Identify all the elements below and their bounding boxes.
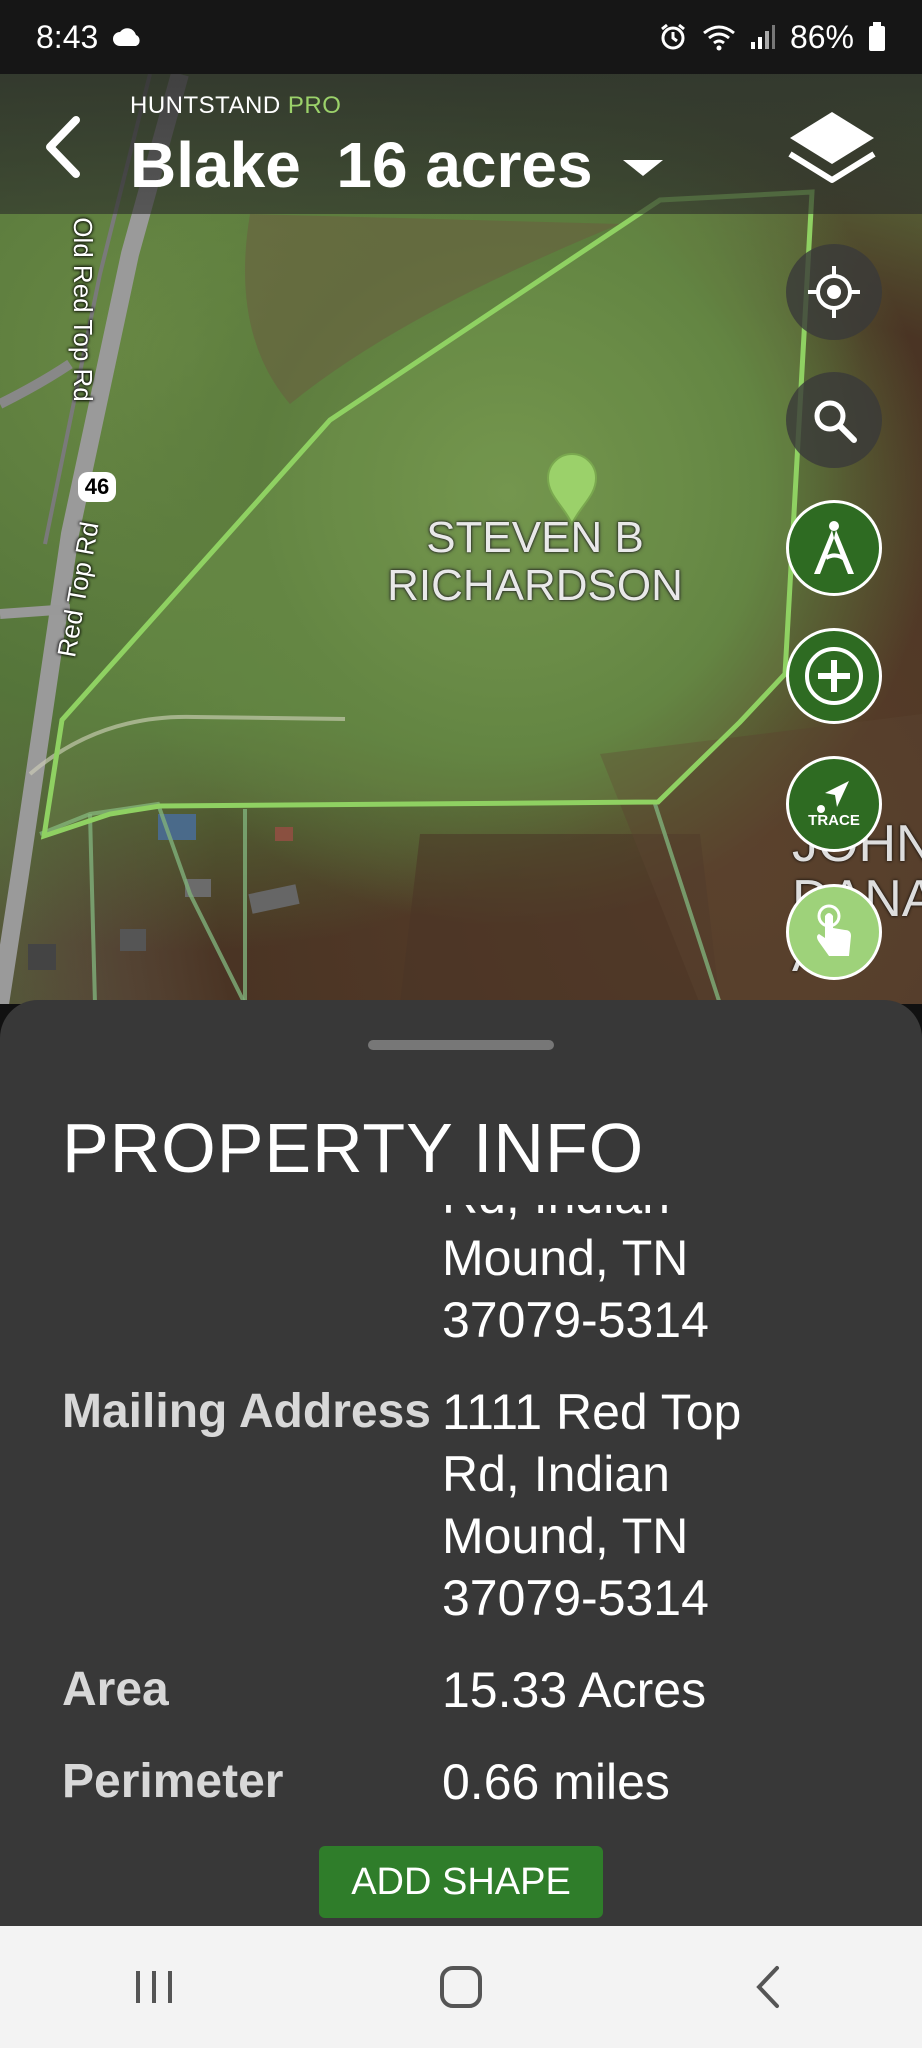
- trace-arrow-icon: [817, 781, 849, 813]
- info-row-owner-address: Rd, Indian Mound, TN 37079-5314: [0, 1205, 922, 1351]
- info-value: Rd, Indian Mound, TN 37079-5314: [442, 1205, 802, 1351]
- brand-pro: PRO: [287, 92, 342, 119]
- status-time: 8:43: [36, 18, 99, 55]
- add-button[interactable]: [786, 628, 882, 724]
- info-value-line: 1111 Red Top: [442, 1384, 742, 1440]
- measure-button[interactable]: [786, 500, 882, 596]
- add-shape-button[interactable]: ADD SHAPE: [319, 1846, 603, 1918]
- info-row-area: Area 15.33 Acres: [0, 1659, 922, 1721]
- info-key: Mailing Address: [62, 1385, 431, 1438]
- sheet-title: PROPERTY INFO: [62, 1109, 645, 1187]
- owner-label-line2: RICHARDSON: [387, 561, 683, 611]
- info-value-line: Rd, Indian: [442, 1446, 670, 1502]
- recent-apps-button[interactable]: [94, 1937, 214, 2037]
- tap-hand-icon: [817, 904, 851, 956]
- brand-label: HUNTSTAND PRO: [130, 92, 341, 120]
- tap-select-button[interactable]: [786, 884, 882, 980]
- info-key: Area: [62, 1663, 169, 1716]
- info-key: Perimeter: [62, 1755, 284, 1808]
- property-selector[interactable]: Blake 16 acres: [130, 128, 663, 202]
- search-icon: [814, 400, 857, 443]
- my-location-button[interactable]: [786, 244, 882, 340]
- cloud-icon: [113, 28, 140, 46]
- back-button[interactable]: [708, 1937, 828, 2037]
- wifi-icon: [703, 25, 735, 51]
- chevron-down-icon: [622, 160, 663, 176]
- status-bar: 8:43 86%: [0, 0, 922, 74]
- trace-label: TRACE: [808, 812, 860, 829]
- battery-icon: [869, 22, 885, 51]
- home-icon: [439, 1966, 482, 2008]
- compass-measure-icon: [814, 521, 854, 574]
- recent-apps-icon: [135, 1971, 172, 2003]
- sheet-drag-handle[interactable]: [368, 1040, 554, 1050]
- info-value-line: Mound, TN: [442, 1508, 689, 1564]
- home-button[interactable]: [401, 1937, 521, 2037]
- brand-name: HUNTSTAND: [130, 92, 281, 119]
- info-value: 0.66 miles: [442, 1754, 670, 1810]
- map-view[interactable]: HUNTSTAND PRO Blake 16 acres Old Red Top…: [0, 74, 922, 1004]
- property-info-sheet[interactable]: PROPERTY INFO Rd, Indian Mound, TN 37079…: [0, 1000, 922, 1926]
- property-title: Blake 16 acres: [130, 129, 593, 201]
- info-value-line: Mound, TN: [442, 1230, 689, 1286]
- system-nav-bar: [0, 1926, 922, 2048]
- back-icon: [756, 1966, 780, 2008]
- road-label-old-red-top: Old Red Top Rd: [67, 217, 98, 402]
- info-value-line: 37079-5314: [442, 1570, 709, 1626]
- battery-percent: 86%: [789, 18, 854, 55]
- info-key: [0, 1205, 442, 1351]
- signal-icon: [750, 25, 775, 49]
- property-info-list[interactable]: Rd, Indian Mound, TN 37079-5314 Mailing …: [0, 1205, 922, 1835]
- info-value: 1111 Red Top Rd, Indian Mound, TN 37079-…: [442, 1381, 802, 1629]
- info-value-line: 37079-5314: [442, 1292, 709, 1348]
- alarm-icon: [661, 23, 685, 50]
- back-arrow-icon[interactable]: [36, 112, 96, 182]
- crosshair-location-icon: [808, 266, 860, 318]
- info-value: 15.33 Acres: [442, 1662, 707, 1718]
- layers-icon[interactable]: [786, 104, 878, 194]
- owner-label-line1: STEVEN B: [426, 513, 644, 562]
- info-value-line: Rd, Indian: [442, 1205, 802, 1227]
- search-button[interactable]: [786, 372, 882, 468]
- owner-label: STEVEN B RICHARDSON: [385, 513, 685, 611]
- plus-icon: [805, 647, 863, 705]
- trace-button[interactable]: TRACE: [786, 756, 882, 852]
- info-row-perimeter: Perimeter 0.66 miles: [0, 1751, 922, 1813]
- info-row-mailing-address: Mailing Address 1111 Red Top Rd, Indian …: [0, 1381, 922, 1629]
- route-shield: 46: [78, 472, 116, 502]
